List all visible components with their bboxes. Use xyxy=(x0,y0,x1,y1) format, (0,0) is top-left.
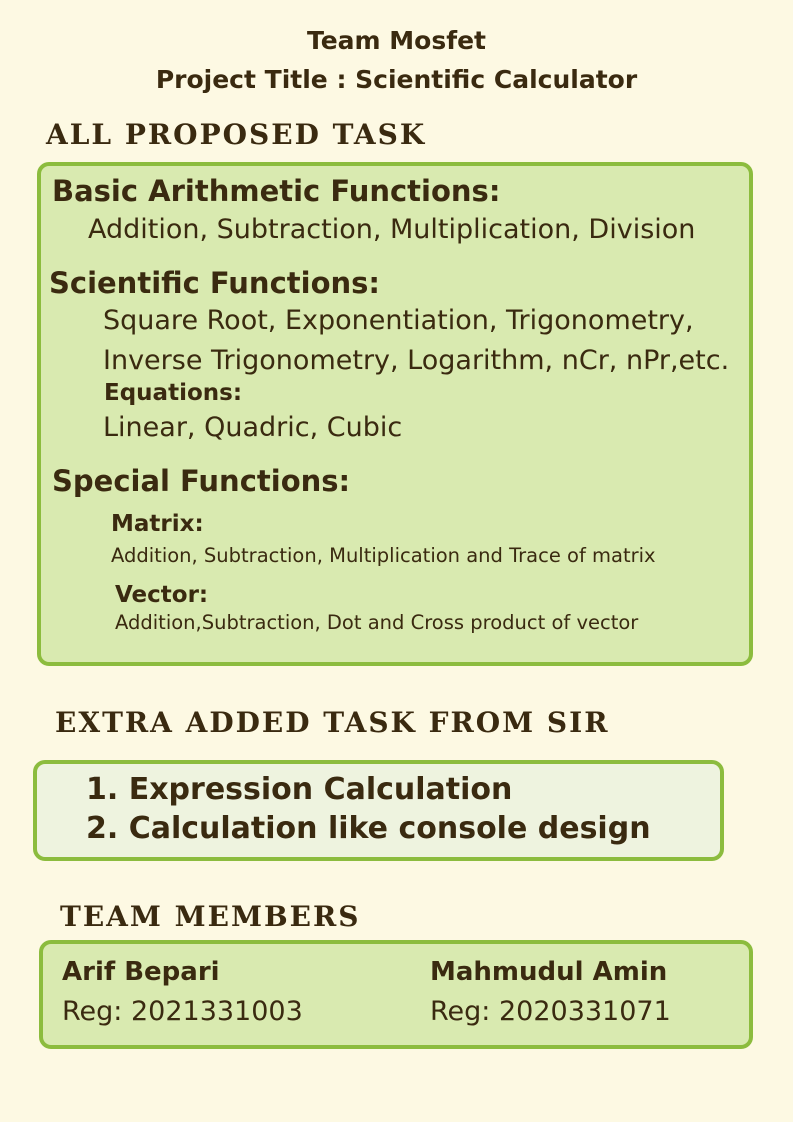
proposed-task-heading: ALL PROPOSED TASK xyxy=(46,118,427,151)
basic-functions-items: Addition, Subtraction, Multiplication, D… xyxy=(88,214,696,245)
extra-task-item: 1. Expression Calculation xyxy=(86,772,513,807)
equations-title: Equations: xyxy=(104,380,243,406)
vector-title: Vector: xyxy=(115,582,209,608)
equations-items: Linear, Quadric, Cubic xyxy=(103,412,403,443)
scientific-functions-line-1: Square Root, Exponentiation, Trigonometr… xyxy=(103,305,694,336)
scientific-functions-line-2: Inverse Trigonometry, Logarithm, nCr, nP… xyxy=(103,345,730,376)
team-members-heading: TEAM MEMBERS xyxy=(60,900,361,933)
extra-task-box: 1. Expression Calculation 2. Calculation… xyxy=(33,760,724,861)
matrix-items: Addition, Subtraction, Multiplication an… xyxy=(111,544,656,567)
scientific-functions-title: Scientific Functions: xyxy=(49,266,380,300)
matrix-title: Matrix: xyxy=(111,511,204,537)
basic-functions-title: Basic Arithmetic Functions: xyxy=(52,174,501,208)
extra-task-heading: EXTRA ADDED TASK FROM SIR xyxy=(55,706,610,739)
team-members-box: Arif Bepari Reg: 2021331003 Mahmudul Ami… xyxy=(39,940,753,1049)
project-title: Project Title : Scientific Calculator xyxy=(155,65,638,94)
vector-items: Addition,Subtraction, Dot and Cross prod… xyxy=(115,611,639,634)
special-functions-title: Special Functions: xyxy=(52,464,351,498)
proposed-task-box: Basic Arithmetic Functions: Addition, Su… xyxy=(37,162,753,666)
member-name: Arif Bepari xyxy=(62,957,220,987)
member-reg: Reg: 2020331071 xyxy=(430,996,671,1027)
extra-task-item: 2. Calculation like console design xyxy=(86,811,651,846)
member-name: Mahmudul Amin xyxy=(430,957,668,987)
member-reg: Reg: 2021331003 xyxy=(62,996,303,1027)
team-name: Team Mosfet xyxy=(306,26,487,55)
